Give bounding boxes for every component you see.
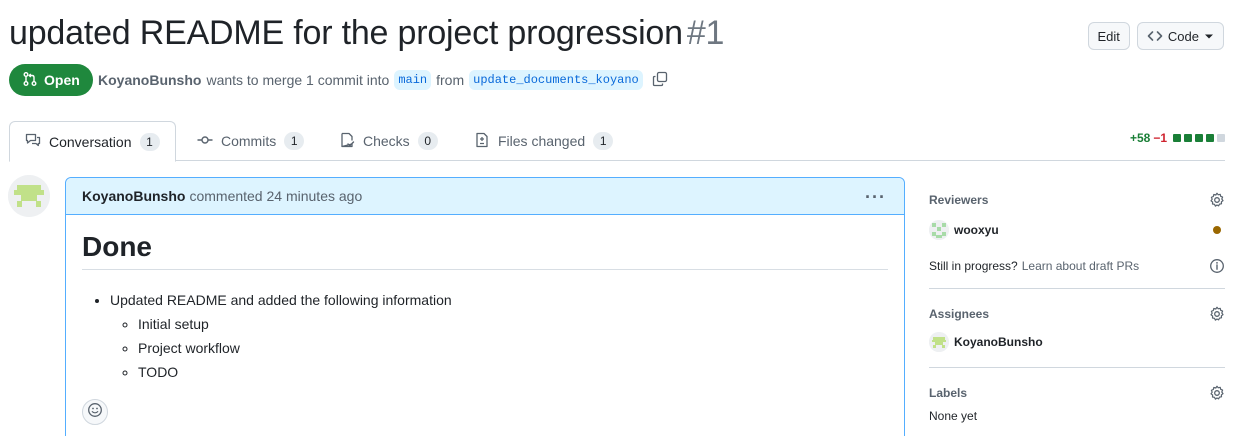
- code-button[interactable]: Code: [1136, 22, 1224, 50]
- comment-heading: Done: [82, 231, 888, 270]
- reviewers-section: Reviewers wooxyu Still in progress? Lear…: [929, 188, 1225, 278]
- labels-section: Labels None yet: [929, 381, 1225, 423]
- diffstat-block: [1184, 134, 1192, 142]
- assignee-avatar[interactable]: [929, 332, 949, 352]
- review-pending-dot-icon: [1213, 226, 1221, 234]
- diffstat-block: [1217, 134, 1225, 142]
- comment-list: Updated README and added the following i…: [82, 288, 888, 384]
- comment-action: commented: [189, 188, 263, 204]
- caret-down-icon: [1204, 31, 1214, 41]
- code-icon: [1147, 28, 1163, 44]
- tab-count: 1: [139, 132, 160, 151]
- reviewer-name[interactable]: wooxyu: [954, 223, 999, 237]
- add-reaction-button[interactable]: [82, 399, 108, 425]
- diffstat-block: [1206, 134, 1214, 142]
- tab-label: Commits: [221, 133, 277, 149]
- list-item: TODO: [138, 360, 888, 384]
- comment-header: KoyanoBunsho commented 24 minutes ago ··…: [66, 178, 904, 215]
- diffstat-additions: +58: [1129, 131, 1151, 145]
- tab-checks[interactable]: Checks 0: [339, 121, 438, 161]
- list-item: Project workflow: [138, 336, 888, 360]
- labels-title-text: Labels: [929, 386, 968, 400]
- file-diff-icon: [474, 132, 490, 151]
- header-actions: Edit Code: [1087, 22, 1224, 50]
- reviewers-title-text: Reviewers: [929, 193, 989, 207]
- from-text: from: [436, 72, 465, 88]
- pr-number: #1: [686, 14, 725, 52]
- diffstat[interactable]: +58 −1: [1130, 131, 1225, 145]
- diffstat-block: [1195, 134, 1203, 142]
- comment-time[interactable]: 24 minutes ago: [267, 188, 363, 204]
- comment-box: KoyanoBunsho commented 24 minutes ago ··…: [65, 177, 905, 436]
- comment-discussion-icon: [25, 132, 41, 151]
- state-label: Open: [44, 72, 80, 88]
- pull-request-icon: [22, 71, 38, 90]
- pr-title: updated README for the project progressi…: [9, 14, 724, 53]
- head-branch[interactable]: update_documents_koyano: [469, 70, 643, 90]
- code-button-label: Code: [1167, 28, 1199, 44]
- comment-author-avatar[interactable]: [8, 175, 50, 217]
- comment-author[interactable]: KoyanoBunsho: [82, 188, 185, 204]
- tab-count: 1: [593, 132, 614, 150]
- list-item: Initial setup: [138, 312, 888, 336]
- assignees-section: Assignees KoyanoBunsho: [929, 302, 1225, 354]
- tab-commits[interactable]: Commits 1: [197, 121, 305, 161]
- merge-text: wants to merge 1 commit into: [206, 72, 390, 88]
- list-item: Updated README and added the following i…: [110, 288, 888, 384]
- diffstat-deletions: −1: [1153, 131, 1167, 145]
- tab-label: Files changed: [498, 133, 586, 149]
- assignee-name[interactable]: KoyanoBunsho: [954, 335, 1043, 349]
- pr-title-text: updated README for the project progressi…: [9, 14, 683, 52]
- labels-title[interactable]: Labels: [929, 381, 1225, 405]
- gear-icon[interactable]: [1209, 385, 1225, 404]
- base-branch[interactable]: main: [394, 70, 432, 90]
- edit-button-label: Edit: [1097, 28, 1120, 44]
- kebab-horizontal-icon[interactable]: ···: [865, 187, 886, 208]
- draft-prs-link[interactable]: Learn about draft PRs: [1022, 259, 1139, 273]
- copy-icon[interactable]: [652, 71, 668, 90]
- gear-icon[interactable]: [1209, 306, 1225, 325]
- sidebar-divider: [929, 288, 1225, 289]
- tab-label: Checks: [363, 133, 410, 149]
- tab-conversation[interactable]: Conversation 1: [9, 121, 176, 162]
- tab-files-changed[interactable]: Files changed 1: [474, 121, 614, 161]
- commit-icon: [197, 132, 213, 151]
- assignees-title[interactable]: Assignees: [929, 302, 1225, 326]
- sub-list: Initial setup Project workflow TODO: [110, 312, 888, 384]
- assignee-row: KoyanoBunsho: [929, 330, 1225, 354]
- reviewer-row: wooxyu: [929, 218, 1225, 242]
- diffstat-block: [1173, 134, 1181, 142]
- reviewer-avatar[interactable]: [929, 220, 949, 240]
- list-item-text: Updated README and added the following i…: [110, 292, 452, 308]
- sidebar: Reviewers wooxyu Still in progress? Lear…: [929, 188, 1225, 423]
- pr-author-link[interactable]: KoyanoBunsho: [98, 72, 201, 88]
- pr-tabs: Conversation 1 Commits 1 Checks 0 Files …: [9, 121, 1225, 162]
- tab-label: Conversation: [49, 133, 132, 150]
- checklist-icon: [339, 132, 355, 151]
- gear-icon[interactable]: [1209, 192, 1225, 211]
- tab-count: 0: [417, 132, 438, 150]
- labels-value: None yet: [929, 409, 978, 423]
- info-icon[interactable]: [1209, 258, 1225, 277]
- draft-question: Still in progress?: [929, 259, 1018, 273]
- assignees-title-text: Assignees: [929, 307, 990, 321]
- edit-button[interactable]: Edit: [1087, 22, 1130, 50]
- comment-body: Done Updated README and added the follow…: [66, 215, 904, 384]
- sidebar-divider: [929, 367, 1225, 368]
- smiley-icon: [87, 402, 103, 423]
- reviewers-title[interactable]: Reviewers: [929, 188, 1225, 212]
- pr-meta: KoyanoBunsho wants to merge 1 commit int…: [98, 68, 668, 92]
- draft-hint: Still in progress? Learn about draft PRs: [929, 254, 1225, 278]
- state-badge: Open: [9, 64, 93, 96]
- tab-count: 1: [284, 132, 305, 150]
